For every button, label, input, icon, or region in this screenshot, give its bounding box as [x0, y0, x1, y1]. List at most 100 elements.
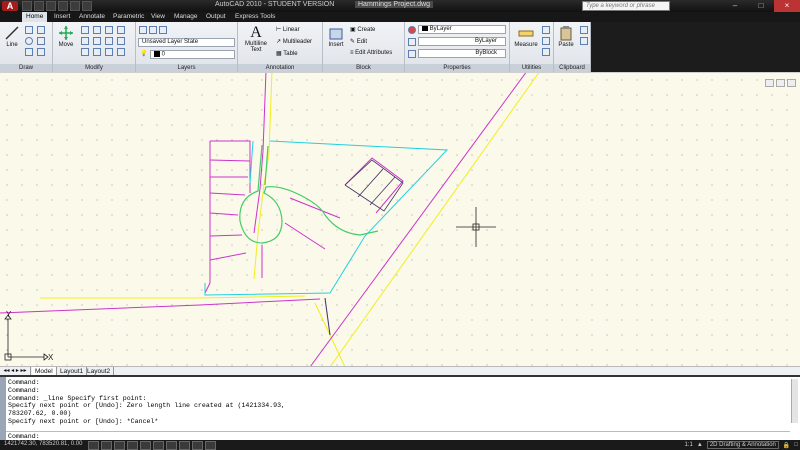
layer-dropdown[interactable]: 0	[150, 50, 235, 59]
rectangle-icon[interactable]	[37, 26, 45, 34]
clipboard-panel-label[interactable]: Clipboard	[554, 64, 590, 72]
plot-icon[interactable]	[82, 1, 92, 11]
annotation-visibility-icon[interactable]: ▲	[697, 442, 703, 448]
drawing-svg[interactable]: Y X	[0, 73, 800, 367]
offset-icon[interactable]	[117, 37, 125, 45]
id-point-icon[interactable]	[542, 48, 550, 56]
snap-toggle[interactable]	[88, 441, 99, 450]
osnap-toggle[interactable]	[140, 441, 151, 450]
annotation-panel-label[interactable]: Annotation	[238, 64, 322, 72]
ortho-toggle[interactable]	[114, 441, 125, 450]
paste-button[interactable]: Paste	[556, 25, 576, 48]
viewport-close-icon[interactable]	[787, 79, 796, 87]
chamfer-icon[interactable]	[117, 48, 125, 56]
linear-dimension-button[interactable]: ⊢ Linear	[276, 26, 300, 33]
calculator-icon[interactable]	[542, 37, 550, 45]
scale-icon[interactable]	[93, 48, 101, 56]
otrack-toggle[interactable]	[153, 441, 164, 450]
multileader-button[interactable]: ↗ Multileader	[276, 38, 312, 45]
layer-state-dropdown[interactable]: Unsaved Layer State	[138, 38, 235, 47]
arc-icon[interactable]	[25, 48, 33, 56]
tab-manage[interactable]: Manage	[170, 12, 202, 22]
lineweight-dropdown[interactable]: ByBlock	[418, 49, 506, 58]
measure-button[interactable]: Measure	[513, 25, 539, 48]
cut-icon[interactable]	[580, 26, 588, 34]
command-window-grip[interactable]	[0, 377, 6, 442]
ducs-toggle[interactable]	[166, 441, 177, 450]
tab-view[interactable]: View	[147, 12, 169, 22]
line-button[interactable]: Line	[3, 25, 21, 48]
coordinate-display[interactable]: 1421742.30, 783520.81, 0.00	[4, 441, 82, 447]
layer-properties-icon[interactable]	[139, 26, 147, 34]
grid-toggle[interactable]	[101, 441, 112, 450]
stretch-icon[interactable]	[81, 48, 89, 56]
polyline-icon[interactable]	[25, 26, 33, 34]
open-icon[interactable]	[34, 1, 44, 11]
trim-icon[interactable]	[93, 26, 101, 34]
command-scrollbar[interactable]	[791, 379, 798, 423]
draw-panel-label[interactable]: Draw	[0, 64, 52, 72]
save-icon[interactable]	[46, 1, 56, 11]
lineweight-value: ByBlock	[475, 50, 497, 56]
quick-select-icon[interactable]	[542, 26, 550, 34]
lock-icon[interactable]: 🔒	[783, 442, 790, 449]
copy-clip-icon[interactable]	[580, 37, 588, 45]
tab-parametric[interactable]: Parametric	[109, 12, 148, 22]
drawing-canvas[interactable]: Y X	[0, 72, 800, 367]
mirror-icon[interactable]	[93, 37, 101, 45]
maximize-icon[interactable]: □	[748, 0, 774, 12]
tab-home[interactable]: Home	[22, 12, 48, 22]
circle-icon[interactable]	[25, 37, 33, 45]
title-bar: A AutoCAD 2010 - STUDENT VERSION Hamming…	[0, 0, 800, 12]
polar-toggle[interactable]	[127, 441, 138, 450]
tab-output[interactable]: Output	[202, 12, 230, 22]
search-input[interactable]: Type a keyword or phrase	[582, 1, 670, 11]
properties-panel-label[interactable]: Properties	[405, 64, 509, 72]
fillet-icon[interactable]	[105, 37, 113, 45]
utilities-panel-label[interactable]: Utilities	[510, 64, 553, 72]
viewport-restore-icon[interactable]	[776, 79, 785, 87]
explode-icon[interactable]	[117, 26, 125, 34]
clean-screen-icon[interactable]: □	[794, 442, 798, 448]
insert-button[interactable]: Insert	[326, 25, 346, 48]
lwt-toggle[interactable]	[192, 441, 203, 450]
create-block-button[interactable]: ▣ Create	[350, 26, 375, 33]
multiline-text-button[interactable]: A Multiline Text	[240, 25, 272, 54]
qp-toggle[interactable]	[205, 441, 216, 450]
rotate-icon[interactable]	[81, 26, 89, 34]
linetype-icon	[408, 38, 416, 46]
redo-icon[interactable]	[70, 1, 80, 11]
minimize-icon[interactable]: –	[722, 0, 748, 12]
viewport-minimize-icon[interactable]	[765, 79, 774, 87]
tab-insert[interactable]: Insert	[50, 12, 74, 22]
workspace-switcher[interactable]: 2D Drafting & Annotation	[706, 441, 779, 449]
tab-annotate[interactable]: Annotate	[75, 12, 109, 22]
bulb-icon[interactable]: 💡	[140, 50, 147, 57]
array-icon[interactable]	[105, 48, 113, 56]
edit-block-button[interactable]: ✎ Edit	[350, 38, 367, 45]
undo-icon[interactable]	[58, 1, 68, 11]
color-dropdown[interactable]: ByLayer	[418, 25, 506, 34]
hatch-icon[interactable]	[37, 37, 45, 45]
linetype-dropdown[interactable]: ByLayer	[418, 37, 506, 46]
command-input[interactable]: Command:	[8, 433, 40, 440]
dyn-toggle[interactable]	[179, 441, 190, 450]
measure-label: Measure	[514, 42, 538, 48]
erase-icon[interactable]	[105, 26, 113, 34]
table-button[interactable]: ▦ Table	[276, 50, 298, 57]
application-menu-button[interactable]: A	[2, 1, 18, 11]
tab-express-tools[interactable]: Express Tools	[231, 12, 279, 22]
close-icon[interactable]: ×	[774, 0, 800, 12]
move-button[interactable]: Move	[56, 25, 76, 48]
annotation-scale[interactable]: 1:1	[685, 442, 693, 448]
copy-icon[interactable]	[81, 37, 89, 45]
new-icon[interactable]	[22, 1, 32, 11]
edit-attributes-button[interactable]: ≡ Edit Attributes	[350, 50, 392, 56]
layer-off-icon[interactable]	[149, 26, 157, 34]
spline-icon[interactable]	[37, 48, 45, 56]
block-panel-label[interactable]: Block	[323, 64, 404, 72]
layer-isolate-icon[interactable]	[159, 26, 167, 34]
modify-panel-label[interactable]: Modify	[53, 64, 135, 72]
layers-panel-label[interactable]: Layers	[136, 64, 237, 72]
ribbon-empty-area	[591, 22, 800, 72]
